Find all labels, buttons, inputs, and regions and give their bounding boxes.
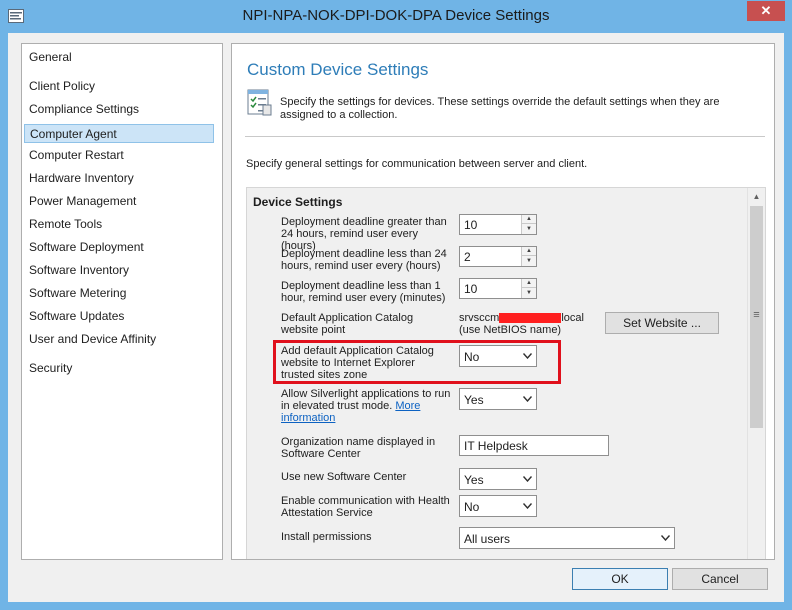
sidebar-item-software-metering[interactable]: Software Metering (24, 284, 214, 303)
catalog-netbios-note: (use NetBIOS name) (459, 324, 562, 336)
spin-up-icon[interactable]: ▲ (522, 247, 536, 256)
spin-up-icon[interactable]: ▲ (522, 215, 536, 224)
catalog-server-prefix: srvsccm (459, 312, 500, 324)
settings-window: NPI-NPA-NOK-DPI-DOK-DPA Device Settings … (0, 0, 792, 610)
deadline-lt1-spin-buttons[interactable]: ▲ ▼ (521, 279, 536, 298)
deadline-lt1-value[interactable]: 10 (464, 282, 477, 296)
new-software-center-label: Use new Software Center (281, 471, 407, 483)
new-software-center-select[interactable]: Yes (459, 468, 537, 490)
sidebar-item-compliance-settings[interactable]: Compliance Settings (24, 100, 214, 119)
close-icon[interactable]: ✕ (761, 3, 772, 18)
deadline-lt24-value[interactable]: 2 (464, 250, 471, 264)
settings-checklist-icon (247, 89, 272, 116)
install-permissions-label: Install permissions (281, 531, 372, 543)
chevron-down-icon[interactable] (523, 396, 532, 402)
health-attestation-select[interactable]: No (459, 495, 537, 517)
deadline-gt24-value[interactable]: 10 (464, 218, 477, 232)
header-divider (245, 136, 765, 137)
deadline-gt24-label: Deployment deadline greater than 24 hour… (281, 216, 447, 252)
chevron-down-icon[interactable] (523, 476, 532, 482)
catalog-label: Default Application Catalog website poin… (281, 312, 414, 336)
silverlight-value[interactable]: Yes (464, 393, 484, 407)
deadline-lt1-stepper[interactable]: 10 ▲ ▼ (459, 278, 537, 299)
set-website-button[interactable]: Set Website ... (605, 312, 719, 334)
close-button[interactable]: ✕ (747, 1, 785, 21)
org-name-value[interactable]: IT Helpdesk (464, 439, 528, 453)
chevron-down-icon[interactable] (523, 503, 532, 509)
sidebar-item-client-policy[interactable]: Client Policy (24, 77, 214, 96)
cancel-button[interactable]: Cancel (672, 568, 768, 590)
sidebar-item-remote-tools[interactable]: Remote Tools (24, 215, 214, 234)
general-settings-description: Specify general settings for communicati… (246, 158, 588, 170)
new-software-center-value[interactable]: Yes (464, 473, 484, 487)
spin-down-icon[interactable]: ▼ (522, 289, 536, 298)
section-title: Device Settings (253, 195, 343, 209)
install-permissions-value[interactable]: All users (464, 532, 510, 546)
highlight-box (273, 340, 561, 384)
chevron-down-icon[interactable] (661, 535, 670, 541)
sidebar-item-software-deployment[interactable]: Software Deployment (24, 238, 214, 257)
deadline-lt1-label: Deployment deadline less than 1 hour, re… (281, 280, 446, 304)
device-settings-group: Device Settings Deployment deadline grea… (246, 187, 766, 559)
sidebar-item-user-device-affinity[interactable]: User and Device Affinity (24, 330, 214, 349)
scroll-up-icon[interactable]: ▲ (748, 190, 765, 204)
org-name-field[interactable]: IT Helpdesk (459, 435, 609, 456)
silverlight-label-text: Allow Silverlight applications to run in… (281, 388, 451, 412)
catalog-value: srvsccm local (use NetBIOS name) (459, 312, 599, 336)
silverlight-label: Allow Silverlight applications to run in… (281, 388, 451, 424)
sidebar-item-computer-restart[interactable]: Computer Restart (24, 146, 214, 165)
health-attestation-value[interactable]: No (464, 500, 479, 514)
sidebar-item-software-updates[interactable]: Software Updates (24, 307, 214, 326)
scrollbar-thumb[interactable]: ≡ (750, 206, 763, 428)
silverlight-select[interactable]: Yes (459, 388, 537, 410)
install-permissions-select[interactable]: All users (459, 527, 675, 549)
title-bar[interactable]: NPI-NPA-NOK-DPI-DOK-DPA Device Settings … (0, 0, 792, 33)
spin-down-icon[interactable]: ▼ (522, 225, 536, 234)
settings-scrollbar[interactable]: ▲ ≡ (747, 188, 765, 559)
page-description: Specify the settings for devices. These … (280, 96, 720, 121)
health-attestation-label: Enable communication with Health Attesta… (281, 495, 450, 519)
dialog-body: General Client Policy Compliance Setting… (8, 33, 784, 602)
ok-button[interactable]: OK (572, 568, 668, 590)
sidebar-item-computer-agent[interactable]: Computer Agent (24, 124, 214, 143)
sidebar-item-security[interactable]: Security (24, 359, 214, 378)
sidebar-item-power-management[interactable]: Power Management (24, 192, 214, 211)
spin-up-icon[interactable]: ▲ (522, 279, 536, 288)
settings-sidebar: General Client Policy Compliance Setting… (21, 43, 223, 560)
spin-down-icon[interactable]: ▼ (522, 257, 536, 266)
window-title: NPI-NPA-NOK-DPI-DOK-DPA Device Settings (242, 7, 550, 24)
page-title: Custom Device Settings (247, 60, 429, 79)
redaction-mark (499, 313, 562, 324)
org-name-label: Organization name displayed in Software … (281, 436, 436, 460)
sidebar-item-software-inventory[interactable]: Software Inventory (24, 261, 214, 280)
sidebar-item-hardware-inventory[interactable]: Hardware Inventory (24, 169, 214, 188)
deadline-gt24-spin-buttons[interactable]: ▲ ▼ (521, 215, 536, 234)
grip-icon: ≡ (753, 309, 760, 321)
catalog-server-suffix: local (561, 312, 584, 324)
main-panel: Custom Device Settings Specify the setti… (231, 43, 775, 560)
deadline-lt24-stepper[interactable]: 2 ▲ ▼ (459, 246, 537, 267)
deadline-lt24-spin-buttons[interactable]: ▲ ▼ (521, 247, 536, 266)
deadline-lt24-label: Deployment deadline less than 24 hours, … (281, 248, 447, 272)
sidebar-item-general[interactable]: General (24, 48, 214, 67)
deadline-gt24-stepper[interactable]: 10 ▲ ▼ (459, 214, 537, 235)
